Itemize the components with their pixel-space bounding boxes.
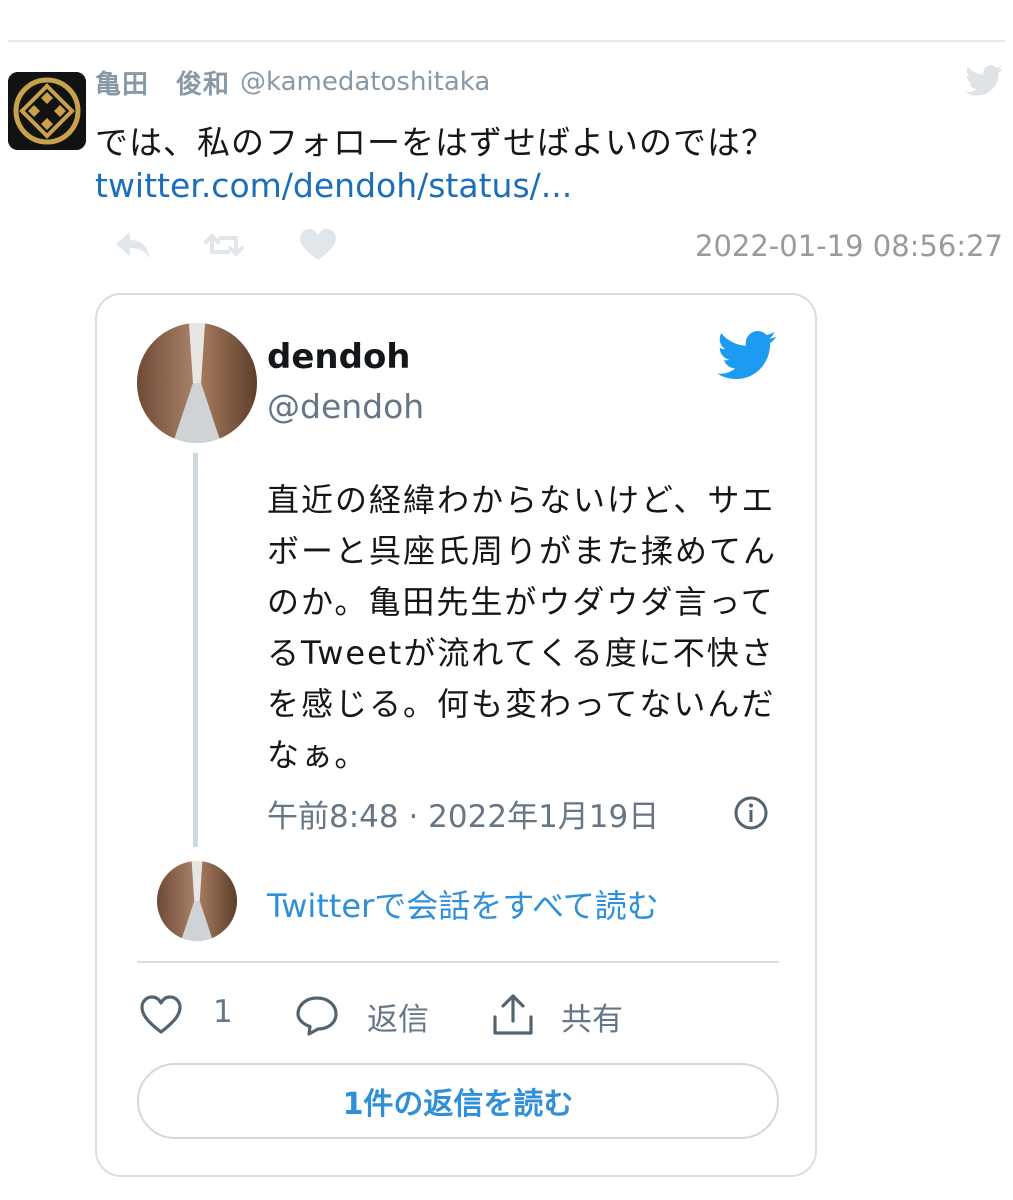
like-count: 1 <box>213 994 233 1030</box>
author-name[interactable]: 亀田 俊和 <box>95 64 230 101</box>
retweet-icon[interactable] <box>202 226 246 264</box>
thread-line <box>193 453 198 847</box>
embedded-author-avatar[interactable] <box>137 323 257 443</box>
embedded-author-handle[interactable]: @dendoh <box>267 387 424 426</box>
share-label[interactable]: 共有 <box>561 994 623 1039</box>
top-divider <box>8 40 1005 42</box>
alley-photo-icon <box>157 861 237 941</box>
card-divider <box>137 961 779 963</box>
family-crest-icon <box>8 72 86 150</box>
tweet-header: 亀田 俊和 @kamedatoshitaka <box>95 64 490 101</box>
author-avatar[interactable] <box>8 72 86 150</box>
heart-icon[interactable] <box>137 993 185 1037</box>
alley-photo-icon <box>137 323 257 443</box>
read-replies-button[interactable]: 1件の返信を読む <box>137 1063 779 1139</box>
reply-icon[interactable] <box>110 226 154 264</box>
twitter-bird-icon[interactable] <box>717 331 777 381</box>
reply-label[interactable]: 返信 <box>367 994 429 1039</box>
embedded-author-name[interactable]: dendoh <box>267 337 411 377</box>
embedded-tweet-card[interactable]: dendoh @dendoh 直近の経緯わからないけど、サエボーと呉座氏周りがま… <box>95 293 817 1177</box>
read-conversation-link[interactable]: Twitterで会話をすべて読む <box>267 881 659 927</box>
author-handle[interactable]: @kamedatoshitaka <box>240 67 490 97</box>
embedded-tweet-meta[interactable]: 午前8:48 · 2022年1月19日 <box>267 791 659 836</box>
embedded-tweet-text: 直近の経緯わからないけど、サエボーと呉座氏周りがまた揉めてんのか。亀田先生がウダ… <box>267 481 778 774</box>
tweet-text: では、私のフォローをはずせばよいのでは？ <box>95 123 775 162</box>
tweet-timestamp: 2022-01-19 08:56:27 <box>695 229 1003 263</box>
like-icon[interactable] <box>296 226 340 264</box>
card-actions: 1 返信 共有 <box>137 985 779 1041</box>
reply-bubble-icon[interactable] <box>293 993 341 1037</box>
twitter-bird-icon[interactable] <box>965 64 1003 98</box>
share-icon[interactable] <box>489 993 537 1037</box>
info-icon[interactable] <box>733 795 769 831</box>
tweet-link[interactable]: twitter.com/dendoh/status/... <box>95 166 572 205</box>
conversation-avatar[interactable] <box>157 861 237 941</box>
